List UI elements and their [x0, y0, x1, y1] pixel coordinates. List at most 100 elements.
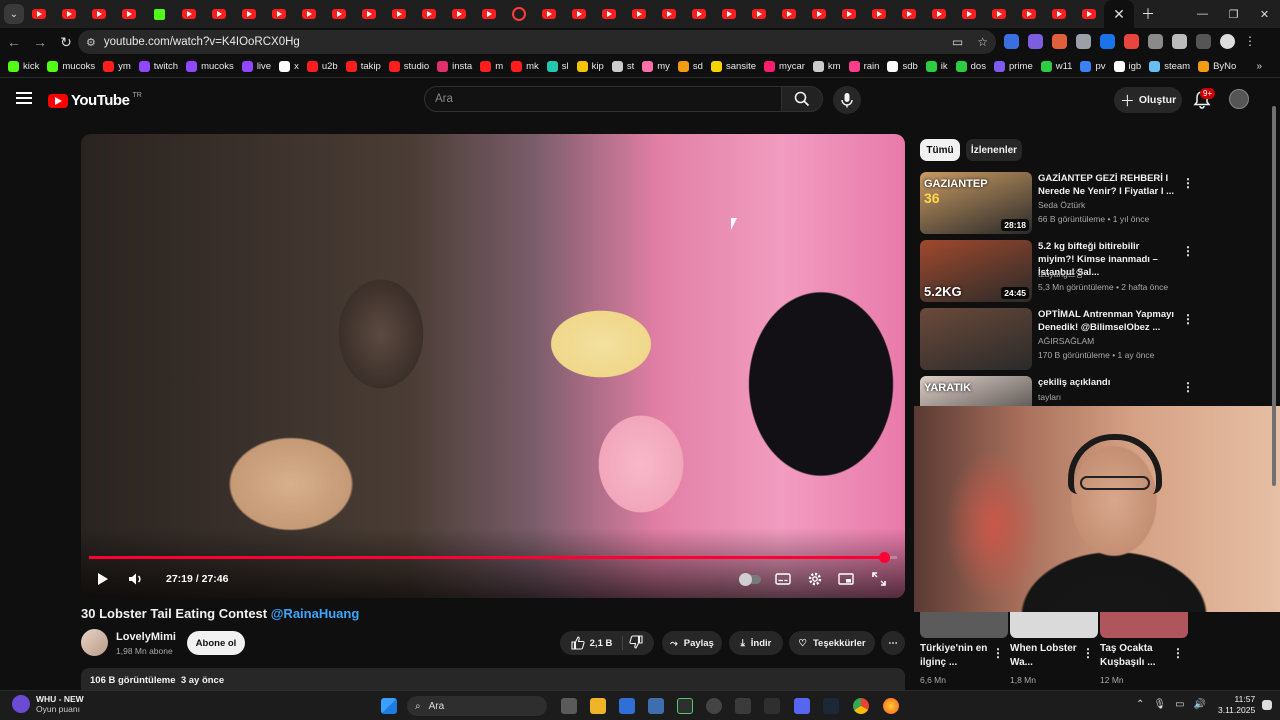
app-icon[interactable]: [764, 698, 780, 714]
tab-active[interactable]: ✕: [1104, 0, 1134, 28]
more-options-icon[interactable]: ⋮: [1172, 646, 1184, 660]
bookmark-item[interactable]: insta: [437, 61, 472, 72]
video-title[interactable]: çekiliş açıklandı: [1038, 376, 1178, 389]
site-info-icon[interactable]: ⚙: [86, 36, 96, 49]
bookmark-item[interactable]: km: [812, 61, 841, 72]
bookmark-item[interactable]: prime: [993, 61, 1033, 72]
menu-kebab-icon[interactable]: ⋮: [1244, 34, 1259, 49]
network-icon[interactable]: ▭: [1175, 699, 1184, 710]
channel-avatar[interactable]: [81, 629, 108, 656]
voice-search-button[interactable]: [833, 86, 861, 114]
bookmark-item[interactable]: steam: [1149, 61, 1190, 72]
forward-icon[interactable]: →: [28, 30, 52, 54]
tab[interactable]: [594, 0, 624, 28]
subscribe-button[interactable]: Abone ol: [187, 631, 245, 655]
progress-bar[interactable]: [89, 552, 897, 563]
bookmark-item[interactable]: pv: [1080, 61, 1106, 72]
tab[interactable]: [204, 0, 234, 28]
short-thumbnail[interactable]: [1010, 612, 1098, 638]
video-thumbnail[interactable]: [920, 308, 1032, 370]
clock[interactable]: 11:57 3.11.2025: [1218, 694, 1255, 716]
bookmark-item[interactable]: x: [279, 61, 299, 72]
tab[interactable]: [864, 0, 894, 28]
tab[interactable]: [834, 0, 864, 28]
tab[interactable]: [984, 0, 1014, 28]
address-bar[interactable]: ⚙ youtube.com/watch?v=K4IOoRCX0Hg ▭ ☆: [78, 30, 996, 54]
tab[interactable]: [954, 0, 984, 28]
search-input[interactable]: Ara: [424, 86, 782, 112]
tab[interactable]: [624, 0, 654, 28]
video-thumbnail[interactable]: YARATIK: [920, 376, 1032, 410]
bookmark-item[interactable]: sd: [677, 61, 703, 72]
bookmark-item[interactable]: takip: [345, 61, 381, 72]
share-button[interactable]: ⤳ Paylaş: [662, 631, 722, 655]
youtube-logo[interactable]: YouTube TR: [48, 92, 142, 109]
miniplayer-button[interactable]: [838, 570, 854, 588]
bookmark-star-icon[interactable]: ☆: [977, 35, 988, 49]
app-icon[interactable]: [735, 698, 751, 714]
notification-center-icon[interactable]: [1262, 700, 1272, 710]
tab[interactable]: [84, 0, 114, 28]
minimize-icon[interactable]: —: [1187, 0, 1218, 28]
title-mention-link[interactable]: @RainaHuang: [271, 606, 360, 621]
microphone-icon[interactable]: 🎙: [1153, 699, 1166, 710]
chrome-icon[interactable]: [853, 698, 869, 714]
settings-app-icon[interactable]: [648, 698, 664, 714]
bookmark-item[interactable]: rain: [848, 61, 879, 72]
more-actions-button[interactable]: ⋯: [881, 631, 905, 655]
video-title[interactable]: GAZİANTEP GEZİ REHBERİ I Nerede Ne Yenir…: [1038, 172, 1178, 198]
back-icon[interactable]: ←: [2, 30, 26, 54]
tab-search-button[interactable]: ⌄: [4, 4, 24, 24]
account-avatar[interactable]: [1229, 89, 1249, 109]
bookmark-item[interactable]: sdb: [887, 61, 918, 72]
extension-icon[interactable]: [1028, 34, 1043, 49]
extension-icon[interactable]: [1052, 34, 1067, 49]
extension-icon[interactable]: [1100, 34, 1115, 49]
like-button[interactable]: 2,1 B: [571, 636, 624, 650]
scrubber-knob[interactable]: [879, 552, 891, 563]
video-player[interactable]: 27:19 / 27:46: [81, 134, 905, 598]
subtitles-button[interactable]: [775, 570, 791, 588]
extension-icon[interactable]: [1124, 34, 1139, 49]
tab[interactable]: [1044, 0, 1074, 28]
steam-icon[interactable]: [823, 698, 839, 714]
cast-icon[interactable]: ▭: [952, 35, 963, 49]
tab[interactable]: [144, 0, 174, 28]
tab[interactable]: [534, 0, 564, 28]
channel-name[interactable]: tzuyang쯔양: [1038, 268, 1083, 280]
bookmark-item[interactable]: m: [480, 61, 503, 72]
bookmark-item[interactable]: mycar: [764, 61, 805, 72]
thanks-button[interactable]: ♡ Teşekkürler: [789, 631, 875, 655]
video-thumbnail[interactable]: GAZIANTEP 36 28:18: [920, 172, 1032, 234]
chip-all[interactable]: Tümü: [920, 139, 960, 161]
extensions-puzzle-icon[interactable]: [1172, 34, 1187, 49]
tab[interactable]: [564, 0, 594, 28]
bookmark-item[interactable]: u2b: [306, 61, 338, 72]
video-thumbnail[interactable]: 5.2KG 24:45: [920, 240, 1032, 302]
bookmark-item[interactable]: st: [611, 61, 634, 72]
bookmark-item[interactable]: twitch: [138, 61, 178, 72]
close-window-icon[interactable]: ✕: [1249, 0, 1280, 28]
bookmark-item[interactable]: w11: [1040, 61, 1072, 72]
app-icon[interactable]: [677, 698, 693, 714]
tray-overflow-icon[interactable]: ⌃: [1136, 699, 1144, 710]
tab[interactable]: [384, 0, 414, 28]
app-icon[interactable]: [706, 698, 722, 714]
tab[interactable]: [24, 0, 54, 28]
guide-menu-icon[interactable]: [16, 92, 32, 104]
more-bookmarks-icon[interactable]: »: [1256, 61, 1262, 72]
bookmark-item[interactable]: ik: [925, 61, 948, 72]
bookmark-item[interactable]: sansite: [710, 61, 756, 72]
tab[interactable]: [714, 0, 744, 28]
maximize-icon[interactable]: ❐: [1218, 0, 1249, 28]
tab[interactable]: [54, 0, 84, 28]
bookmark-item[interactable]: mucoks: [186, 61, 234, 72]
tab[interactable]: [264, 0, 294, 28]
bookmark-item[interactable]: ByNo: [1198, 61, 1236, 72]
tab[interactable]: [114, 0, 144, 28]
close-tab-icon[interactable]: ✕: [1105, 0, 1133, 28]
bookmark-item[interactable]: ym: [103, 61, 131, 72]
tab[interactable]: [924, 0, 954, 28]
more-options-icon[interactable]: ⋮: [1182, 380, 1194, 394]
dislike-button[interactable]: [629, 634, 643, 652]
